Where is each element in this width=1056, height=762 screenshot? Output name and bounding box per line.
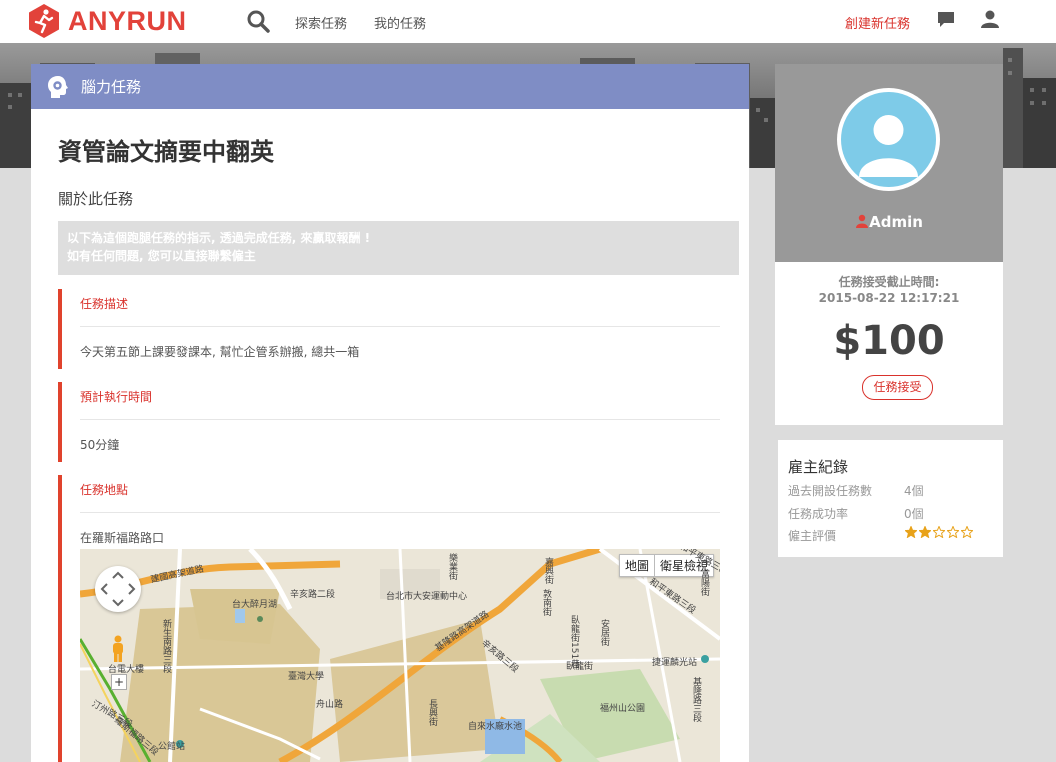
avatar[interactable] [837, 88, 940, 191]
map-label: 新生南路三段 [161, 619, 171, 673]
employer-rating [905, 526, 973, 538]
brand-name: ANYRUN [68, 5, 187, 36]
record-label: 僱主評價 [788, 529, 837, 543]
map-label: 舟山路 [316, 700, 344, 710]
accept-task-button[interactable]: 任務接受 [862, 375, 933, 400]
record-label: 任務成功率 [788, 507, 849, 521]
section-value: 50分鐘 [80, 438, 120, 452]
section-duration: 預計執行時間 50分鐘 [58, 382, 720, 462]
runner-logo-icon [29, 4, 59, 38]
section-divider [80, 512, 720, 513]
avatar-image [841, 92, 936, 187]
map-label: 富陽街 [699, 569, 709, 596]
location-map[interactable]: 地圖 衛星檢視 + 建國高架道路 辛亥路二段 台北市大安運動中心 台大醉月湖 臺… [80, 549, 720, 762]
map-label: 樂業街 [447, 553, 457, 580]
map-label: 嘉興街 [543, 557, 553, 584]
map-label: 臥龍街151巷 [569, 615, 579, 669]
section-label: 預計執行時間 [80, 390, 153, 404]
map-type-roadmap[interactable]: 地圖 [620, 555, 654, 576]
map-label: 安居街 [599, 619, 609, 646]
poster-name: Admin [869, 213, 923, 231]
map-label: 辛亥路二段 [290, 590, 336, 600]
deadline-label: 任務接受截止時間: [838, 275, 940, 289]
section-description: 任務描述 今天第五節上課要發課本, 幫忙企管系辦搬, 總共一箱 [58, 289, 720, 369]
poster-name-row: Admin [775, 213, 1003, 231]
record-value: 0個 [904, 507, 924, 521]
record-label: 過去開設任務數 [788, 484, 873, 498]
section-value: 在羅斯福路路口 [80, 531, 165, 545]
task-category: 腦力任務 [81, 78, 142, 96]
star-empty-icon [961, 526, 973, 538]
star-empty-icon [933, 526, 945, 538]
task-title: 資管論文摘要中翻英 [58, 138, 274, 166]
map-label: 臺灣大學 [288, 672, 325, 682]
poster-card-header: Admin [775, 64, 1003, 262]
section-label: 任務描述 [80, 297, 129, 311]
record-value: 4個 [904, 484, 924, 498]
person-icon [856, 214, 869, 228]
map-label: 長興街 [427, 699, 437, 726]
notice-line: 以下為這個跑腿任務的指示, 透過完成任務, 來贏取報酬 ! [67, 231, 371, 245]
user-icon[interactable] [980, 9, 1000, 29]
section-divider [80, 326, 720, 327]
task-category-header: 腦力任務 [31, 64, 749, 109]
record-title: 雇主紀錄 [788, 458, 849, 476]
map-pan-control[interactable] [95, 566, 141, 612]
star-filled-icon [919, 526, 931, 538]
section-value: 今天第五節上課要發課本, 幫忙企管系辦搬, 總共一箱 [80, 345, 360, 359]
task-price: $100 [833, 318, 945, 364]
map-label: 台北市大安運動中心 [386, 592, 468, 602]
deadline-value: 2015-08-22 12:17:21 [818, 291, 960, 305]
pan-arrows-icon [100, 571, 136, 607]
star-empty-icon [947, 526, 959, 538]
about-heading: 關於此任務 [58, 190, 134, 208]
map-label: 公館站 [158, 742, 186, 752]
notice-line: 如有任何問題, 您可以直接聯繫僱主 [67, 249, 256, 263]
star-filled-icon [905, 526, 917, 538]
poster-card: Admin 任務接受截止時間: 2015-08-22 12:17:21 $100… [775, 64, 1003, 425]
nav-my-tasks[interactable]: 我的任務 [374, 13, 426, 32]
map-label: 敦南街 [541, 589, 551, 616]
map-label: 福州山公園 [600, 704, 646, 714]
street-view-pegman-icon[interactable] [110, 635, 126, 663]
map-label: 台大醉月湖 [232, 600, 278, 610]
top-nav: ANYRUN 探索任務 我的任務 創建新任務 [0, 0, 1056, 43]
map-label: 捷運麟光站 [652, 658, 698, 668]
employer-record-card: 雇主紀錄 過去開設任務數 4個 任務成功率 0個 僱主評價 [778, 440, 1003, 557]
nav-create-task[interactable]: 創建新任務 [845, 13, 910, 32]
section-label: 任務地點 [80, 483, 129, 497]
instruction-notice: 以下為這個跑腿任務的指示, 透過完成任務, 來贏取報酬 ! 如有任何問題, 您可… [58, 221, 739, 275]
chat-icon[interactable] [936, 9, 956, 29]
nav-explore-tasks[interactable]: 探索任務 [295, 13, 347, 32]
default-avatar-icon [859, 115, 918, 177]
map-tiles [80, 549, 720, 762]
task-detail-panel: 腦力任務 資管論文摘要中翻英 關於此任務 以下為這個跑腿任務的指示, 透過完成任… [31, 64, 749, 762]
map-zoom-in-button[interactable]: + [111, 674, 127, 690]
search-icon[interactable] [246, 9, 270, 33]
map-label: 自來水廠水池 [468, 722, 523, 732]
section-divider [80, 419, 720, 420]
map-label: 基隆路三段 [691, 677, 701, 722]
map-label: 台電大樓 [108, 665, 145, 675]
brand-logo[interactable]: ANYRUN [26, 3, 187, 39]
brain-gear-icon [48, 76, 68, 98]
